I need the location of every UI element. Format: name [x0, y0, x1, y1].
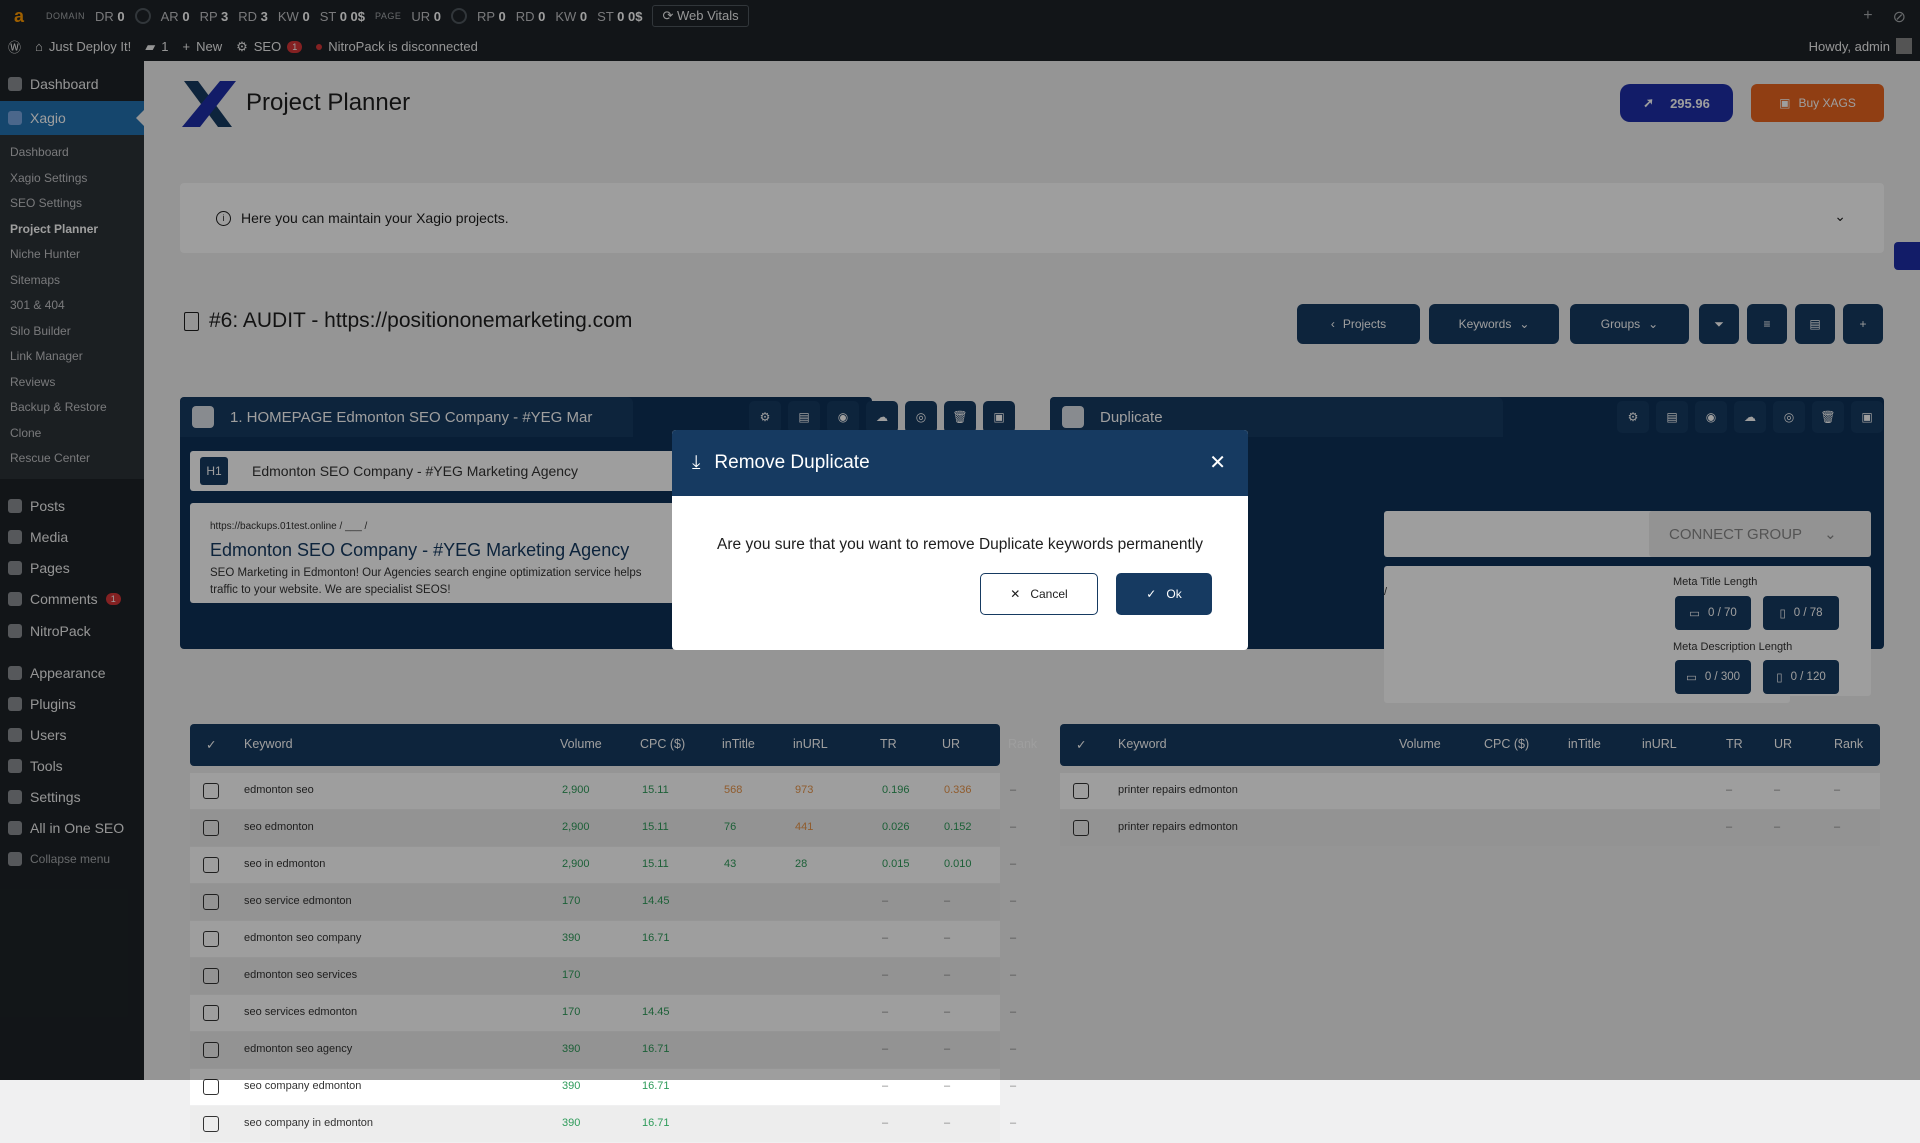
- cell-ur: –: [944, 1080, 951, 1092]
- remove-duplicate-dialog: ⤓ Remove Duplicate ✕ Are you sure that y…: [672, 430, 1248, 650]
- cell-keyword[interactable]: seo company edmonton: [244, 1080, 361, 1092]
- dialog-header: ⤓ Remove Duplicate: [672, 430, 1248, 496]
- download-icon: ⤓: [692, 452, 701, 473]
- cell-keyword[interactable]: seo company in edmonton: [244, 1117, 373, 1129]
- row-checkbox[interactable]: [203, 1079, 219, 1095]
- cell-ur: –: [944, 1117, 951, 1129]
- cancel-label: Cancel: [1030, 587, 1068, 601]
- close-icon: ✕: [1010, 587, 1021, 601]
- table-row[interactable]: seo company in edmonton 390 16.71 – – –: [190, 1106, 1016, 1143]
- close-icon[interactable]: ✕: [1209, 450, 1226, 475]
- cell-cpc-: 16.71: [642, 1117, 670, 1129]
- cell-volume: 390: [562, 1117, 581, 1129]
- cell-cpc-: 16.71: [642, 1080, 670, 1092]
- cell-tr: –: [882, 1117, 889, 1129]
- cell-rank: –: [1010, 1117, 1017, 1129]
- check-icon: ✓: [1146, 587, 1157, 601]
- cell-volume: 390: [562, 1080, 581, 1092]
- cell-tr: –: [882, 1080, 889, 1092]
- dialog-title: Remove Duplicate: [714, 452, 870, 473]
- ok-button[interactable]: ✓ Ok: [1116, 573, 1212, 615]
- cell-rank: –: [1010, 1080, 1017, 1092]
- row-checkbox[interactable]: [203, 1116, 219, 1132]
- ok-label: Ok: [1166, 587, 1182, 601]
- dialog-message: Are you sure that you want to remove Dup…: [717, 536, 1203, 553]
- cancel-button[interactable]: ✕ Cancel: [980, 573, 1098, 615]
